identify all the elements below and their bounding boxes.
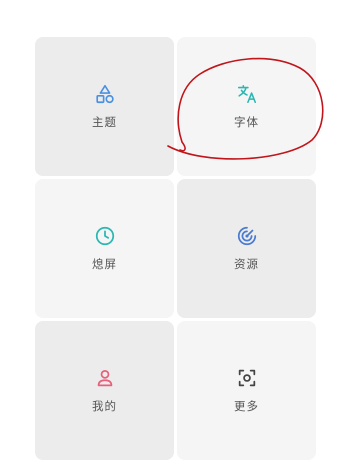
theme-menu-grid: 主题 字体 熄屏 资源 我的 更多 xyxy=(35,37,316,460)
tile-label: 主题 xyxy=(92,115,117,129)
scan-icon xyxy=(238,369,255,387)
person-icon xyxy=(97,369,112,387)
tile-label: 我的 xyxy=(92,399,117,413)
tile-font[interactable]: 字体 xyxy=(177,37,316,176)
tile-label: 资源 xyxy=(234,257,259,271)
tile-theme[interactable]: 主题 xyxy=(35,37,174,176)
tile-screen-off[interactable]: 熄屏 xyxy=(35,179,174,318)
tile-label: 熄屏 xyxy=(92,257,117,271)
tile-mine[interactable]: 我的 xyxy=(35,321,174,460)
tile-more[interactable]: 更多 xyxy=(177,321,316,460)
tile-label: 字体 xyxy=(234,115,259,129)
tile-resources[interactable]: 资源 xyxy=(177,179,316,318)
tile-label: 更多 xyxy=(234,399,259,413)
translate-icon xyxy=(237,84,256,104)
target-icon xyxy=(237,226,256,246)
clock-icon xyxy=(95,226,114,246)
shapes-icon xyxy=(95,84,114,104)
